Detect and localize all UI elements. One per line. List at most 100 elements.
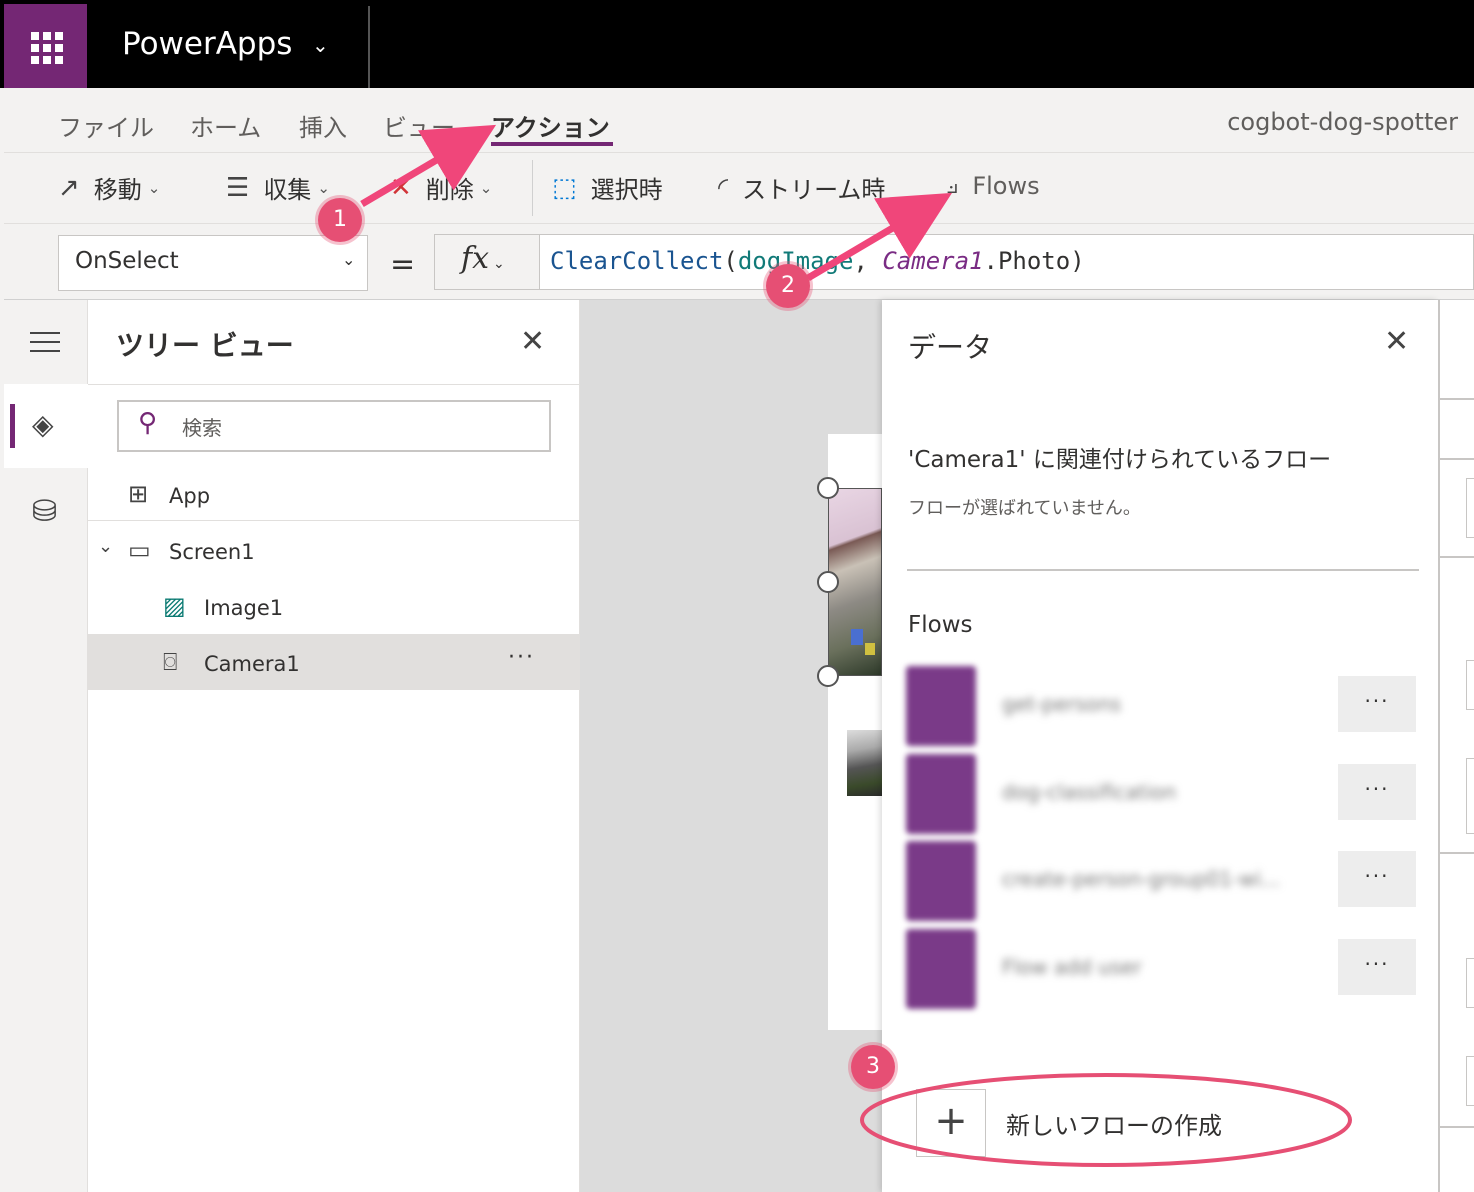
on-select-button[interactable]: ⬚ 選択時 — [552, 170, 663, 205]
navigate-button[interactable]: ↗ 移動 ⌄ — [58, 170, 160, 205]
x-icon: ✕ — [390, 172, 412, 203]
tree-node-camera1[interactable]: Camera1 — [204, 652, 300, 676]
collect-label: 収集 — [263, 176, 312, 204]
image-control[interactable] — [847, 730, 882, 796]
formula-open-paren: ( — [723, 247, 738, 275]
resize-handle[interactable] — [817, 571, 839, 593]
collect-button[interactable]: ☰ 収集 ⌄ — [226, 170, 330, 205]
search-icon: ⚲ — [138, 408, 158, 438]
divider — [1440, 1126, 1474, 1128]
more-options-icon[interactable]: ··· — [508, 645, 535, 670]
arrow-up-right-icon: ↗ — [58, 172, 80, 203]
divider — [532, 160, 533, 216]
property-field[interactable] — [1466, 660, 1474, 710]
chevron-down-icon: ⌄ — [479, 178, 493, 197]
formula-input[interactable]: ClearCollect(dogImage, Camera1.Photo) — [539, 234, 1474, 290]
flow-item[interactable]: dog-classification ··· — [906, 754, 1418, 834]
flow-icon — [906, 666, 976, 746]
flow-item[interactable]: get-persons ··· — [906, 666, 1418, 746]
layers-icon: ◈ — [32, 408, 54, 441]
flow-name: dog-classification — [1002, 780, 1177, 804]
new-flow-button[interactable]: 新しいフローの作成 — [1006, 1106, 1222, 1141]
project-name: cogbot-dog-spotter — [1227, 108, 1458, 136]
property-field[interactable] — [1466, 1056, 1474, 1106]
property-field[interactable] — [1466, 758, 1474, 834]
cursor-select-icon: ⬚ — [552, 172, 577, 203]
hamburger-menu-icon[interactable] — [30, 332, 60, 359]
divider — [88, 384, 580, 385]
flow-icon — [906, 841, 976, 921]
plus-icon[interactable]: + — [916, 1089, 986, 1157]
menu-file[interactable]: ファイル — [58, 108, 154, 143]
navigate-label: 移動 — [93, 176, 142, 204]
tree-node-selected-row[interactable] — [88, 634, 579, 690]
divider — [368, 6, 370, 88]
tree-node-image1[interactable]: Image1 — [204, 596, 283, 620]
flows-button[interactable]: ⟓ Flows — [946, 170, 1040, 201]
screen-icon: ▭ — [128, 536, 151, 564]
chevron-down-icon: ⌄ — [147, 178, 161, 197]
menu-home[interactable]: ホーム — [190, 108, 261, 143]
flow-item[interactable]: create-person-group01-wi... ··· — [906, 841, 1418, 921]
chevron-down-icon: ⌄ — [317, 178, 330, 197]
flow-name: Flow add user — [1002, 955, 1142, 979]
more-options-button[interactable]: ··· — [1338, 676, 1416, 732]
active-tab-underline — [491, 142, 613, 146]
divider — [1440, 398, 1474, 400]
resize-handle[interactable] — [817, 665, 839, 687]
remove-button[interactable]: ✕ 削除 ⌄ — [390, 170, 492, 205]
fx-function-button[interactable]: fx ⌄ — [434, 234, 540, 290]
fx-label: fx — [461, 241, 490, 276]
search-placeholder: 検索 — [182, 416, 222, 440]
more-options-button[interactable]: ··· — [1338, 939, 1416, 995]
divider — [1440, 458, 1474, 460]
app-launcher-waffle-icon[interactable] — [4, 4, 87, 88]
camera-icon: ⌼ — [163, 648, 178, 676]
formula-control: Camera1 — [882, 247, 984, 275]
equals-sign: = — [390, 247, 416, 282]
chevron-down-icon: ⌄ — [493, 256, 505, 272]
on-stream-button[interactable]: ◜ ストリーム時 — [718, 170, 885, 205]
app-title[interactable]: PowerApps — [122, 26, 292, 62]
annotation-badge: 3 — [851, 1045, 895, 1089]
tree-view-title: ツリー ビュー — [116, 329, 294, 362]
formula-function: ClearCollect — [550, 247, 724, 275]
flow-icon: ⟓ — [946, 170, 959, 200]
flow-name: create-person-group01-wi... — [1002, 867, 1281, 891]
property-dropdown[interactable]: OnSelect — [58, 235, 368, 291]
tree-node-screen1[interactable]: Screen1 — [169, 540, 255, 564]
remove-label: 削除 — [425, 176, 474, 204]
close-icon[interactable]: ✕ — [1384, 324, 1409, 359]
database-icon[interactable]: ⛁ — [32, 494, 57, 529]
flow-icon — [906, 754, 976, 834]
on-select-label: 選択時 — [590, 176, 663, 204]
formula-comma: , — [853, 247, 883, 275]
menu-action[interactable]: アクション — [491, 108, 610, 143]
menu-insert[interactable]: 挿入 — [299, 108, 347, 143]
property-field[interactable] — [1466, 958, 1474, 1008]
formula-rest: .Photo) — [983, 247, 1085, 275]
image-icon: ▨ — [163, 592, 186, 620]
chevron-down-icon[interactable]: ⌄ — [342, 250, 355, 269]
resize-handle[interactable] — [817, 477, 839, 499]
divider — [907, 569, 1419, 571]
data-panel-title: データ — [908, 331, 993, 364]
annotation-badge: 1 — [318, 198, 362, 242]
more-options-button[interactable]: ··· — [1338, 764, 1416, 820]
more-options-button[interactable]: ··· — [1338, 851, 1416, 907]
flow-icon — [906, 929, 976, 1009]
divider — [88, 520, 580, 521]
property-field[interactable] — [1466, 478, 1474, 538]
tree-node-app[interactable]: App — [169, 484, 210, 508]
list-icon: ☰ — [226, 172, 250, 203]
flows-heading: Flows — [908, 612, 973, 638]
chevron-down-icon[interactable]: ⌄ — [98, 536, 113, 557]
annotation-badge: 2 — [766, 264, 810, 308]
flow-item[interactable]: Flow add user ··· — [906, 929, 1418, 1009]
close-icon[interactable]: ✕ — [520, 324, 545, 359]
chevron-down-icon[interactable]: ⌄ — [312, 33, 329, 57]
flows-label: Flows — [972, 171, 1040, 200]
flow-name: get-persons — [1002, 692, 1122, 716]
menu-view[interactable]: ビュー — [383, 108, 455, 143]
associated-flows-title: 'Camera1' に関連付けられているフロー — [908, 447, 1332, 473]
